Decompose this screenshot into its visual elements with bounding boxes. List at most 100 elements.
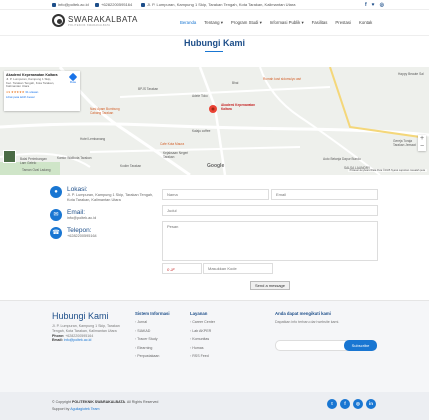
footer-col-sistem: Sistem Informasi Jurnal SIAKAD Tracer St… xyxy=(135,311,170,363)
map-label-balai: Balai Perimbangan Lam Gelelo xyxy=(20,157,47,165)
copyright-prefix: © Copyright xyxy=(52,400,73,404)
nav-fasilitas[interactable]: Fasilitas xyxy=(312,20,328,26)
title-underline xyxy=(205,51,223,52)
copyright-suffix: . All Rights Reserved xyxy=(125,400,159,404)
instagram-icon[interactable]: ◎ xyxy=(353,399,363,409)
footer-brand: Hubungi Kami xyxy=(52,311,109,321)
phone-value[interactable]: +6282200595164 xyxy=(67,234,160,239)
top-bar: info@poltek.ac.id +6282200595164 Jl. P. … xyxy=(0,0,429,10)
rating-stars: 4.9 ★★★★★ xyxy=(6,89,25,94)
navbar: SWARAKALBATA POLITEKNIK SWARAKALBATA Ber… xyxy=(0,10,429,36)
phone-icon: ☎ xyxy=(50,227,62,239)
topbar-address-text: Jl. P. Lumpuran, Kampung 1 Skip, Tarakan… xyxy=(147,2,296,7)
nav-beranda[interactable]: Beranda xyxy=(180,20,196,26)
heart-icon[interactable]: ♥ xyxy=(372,2,375,8)
map-label-auto: Auto Belanja Dapur Bundu xyxy=(323,157,361,161)
subject-field[interactable] xyxy=(162,205,378,216)
rating-reviews[interactable]: 31 ulasan xyxy=(25,90,38,94)
footer-link-humas[interactable]: Humas xyxy=(190,346,215,350)
zoom-out-button[interactable]: − xyxy=(418,143,426,151)
view-larger-map-link[interactable]: Lihat peta lebih besar xyxy=(6,95,78,99)
footer-link-rss[interactable]: RSS Feed xyxy=(190,354,215,358)
contact-email: ✉ Email: info@poltek.ac.id xyxy=(50,209,160,221)
google-map[interactable]: Rumah kost sidomulyo asri Happy Beaute S… xyxy=(0,67,429,175)
contact-location: ● Lokasi: Jl. P. Lumpuran, Kampung 1 Ski… xyxy=(50,186,160,203)
footer-email-value[interactable]: info@poltek.ac.id xyxy=(64,338,92,342)
footer-link-perpustakaan[interactable]: Perpustakaan xyxy=(135,354,170,358)
footer-link-siakad[interactable]: SIAKAD xyxy=(135,329,170,333)
contact-phone: ☎ Telepon: +6282200595164 xyxy=(50,227,160,239)
map-label-nasi: Nasi Ayam Bumbung Cabang Tarakan xyxy=(90,107,120,115)
contact-info: ● Lokasi: Jl. P. Lumpuran, Kampung 1 Ski… xyxy=(50,186,160,245)
footer-link-career[interactable]: Career Center xyxy=(190,320,215,324)
map-label-cafe: Cafe Kota Maura xyxy=(160,142,185,146)
topbar-phone[interactable]: +6282200595164 xyxy=(95,2,132,7)
footer-contact: Hubungi Kami Jl. P. Lumpuran, Kampung 1 … xyxy=(52,311,132,343)
satellite-toggle[interactable] xyxy=(3,150,16,163)
footer-address: Jl. P. Lumpuran, Kampung 1 Skip, Tarakan… xyxy=(52,324,120,333)
email-field[interactable] xyxy=(271,189,378,200)
facebook-icon[interactable]: f xyxy=(340,399,350,409)
email-icon: ✉ xyxy=(50,209,62,221)
name-field[interactable] xyxy=(162,189,269,200)
captcha-input[interactable] xyxy=(203,263,273,274)
email-value[interactable]: info@poltek.ac.id xyxy=(67,216,160,221)
email-label: Email: xyxy=(67,209,86,216)
facebook-icon[interactable]: f xyxy=(365,2,367,8)
send-message-button[interactable]: Send a message xyxy=(250,281,290,290)
map-label-kantor: Kantor Walikota Tarakan xyxy=(57,156,92,160)
twitter-icon[interactable]: t xyxy=(327,399,337,409)
logo[interactable]: SWARAKALBATA POLITEKNIK SWARAKALBATA xyxy=(52,14,138,27)
map-attribution[interactable]: Pintasan keyboard Data Peta ©2025 Syarat… xyxy=(347,169,427,172)
topbar-address: Jl. P. Lumpuran, Kampung 1 Skip, Tarakan… xyxy=(141,2,295,7)
phone-icon xyxy=(95,2,99,7)
footer-phone-value[interactable]: +6282200595164 xyxy=(65,334,93,338)
support-link[interactable]: Aguilagiotek Team xyxy=(70,407,99,411)
nav-informasi-publik[interactable]: Informasi Publik ▾ xyxy=(270,20,304,26)
map-zoom-controls: + − xyxy=(418,135,426,151)
directions-button[interactable]: Rute xyxy=(68,72,78,84)
footer-social: t f ◎ in xyxy=(327,399,376,409)
google-logo: Google xyxy=(207,163,225,169)
map-label-bpjs: BPJS Tarakan xyxy=(138,87,159,91)
footer: Hubungi Kami Jl. P. Lumpuran, Kampung 1 … xyxy=(0,300,429,392)
topbar-phone-text[interactable]: +6282200595164 xyxy=(101,2,132,7)
map-label-hotel: Hotel Lembanang xyxy=(80,137,106,141)
map-pin-label[interactable]: Akademi Keperawatan Kaltara xyxy=(221,103,261,111)
footer-col2-title: Layanan xyxy=(190,311,208,316)
location-value: Jl. P. Lumpuran, Kampung 1 Skip, Tarakan… xyxy=(67,193,154,202)
footer-col-layanan: Layanan Career Center Lab AKPER Komunita… xyxy=(190,311,215,363)
copyright-text: © Copyright POLITEKNIK SWARAKALBATA. All… xyxy=(52,399,158,412)
logo-text: SWARAKALBATA xyxy=(68,14,138,24)
location-label: Lokasi: xyxy=(67,186,88,193)
map-card-address: Jl. P. Lumpuran, Kampung 1 Skip, Kec. Ta… xyxy=(6,77,55,89)
footer-link-elearning[interactable]: Elearning xyxy=(135,346,170,350)
nav-prestasi[interactable]: Prestasi xyxy=(335,20,351,26)
message-field[interactable] xyxy=(162,221,378,261)
map-pin-icon xyxy=(141,2,145,7)
footer-link-jurnal[interactable]: Jurnal xyxy=(135,320,170,324)
nav-kontak[interactable]: Kontak xyxy=(359,20,372,26)
linkedin-icon[interactable]: in xyxy=(366,399,376,409)
footer-col1-title: Sistem Informasi xyxy=(135,311,170,316)
map-label-gereja: Gereja Toraja Tarakan Jemaat xyxy=(393,139,416,147)
envelope-icon xyxy=(52,2,56,7)
subscribe-button[interactable]: Subscribe xyxy=(344,340,377,351)
instagram-icon[interactable]: ◎ xyxy=(380,2,384,8)
map-label-rumah-kost: Rumah kost sidomulyo asri xyxy=(263,77,302,81)
newsletter-email-input[interactable]: Subscribe xyxy=(275,340,377,351)
map-label-kodim: Kodim Tarakan xyxy=(120,164,142,168)
topbar-email-text[interactable]: info@poltek.ac.id xyxy=(58,2,89,7)
nav-tentang[interactable]: Tentang ▾ xyxy=(204,20,223,26)
footer-link-tracer[interactable]: Tracer Study xyxy=(135,337,170,341)
footer-link-lab[interactable]: Lab AKPER xyxy=(190,329,215,333)
zoom-in-button[interactable]: + xyxy=(418,135,426,143)
page-title: Hubungi Kami xyxy=(184,38,245,48)
map-label-happy-beaute: Happy Beaute Sal xyxy=(398,72,424,76)
nav-program-studi[interactable]: Program Studi ▾ xyxy=(231,20,262,26)
topbar-email[interactable]: info@poltek.ac.id xyxy=(52,2,89,7)
footer-email-label: Email: xyxy=(52,338,63,343)
footer-link-komunitas[interactable]: Komunitas xyxy=(190,337,215,341)
map-label-adele: Adele Toko xyxy=(192,94,208,98)
location-icon: ● xyxy=(50,186,62,198)
